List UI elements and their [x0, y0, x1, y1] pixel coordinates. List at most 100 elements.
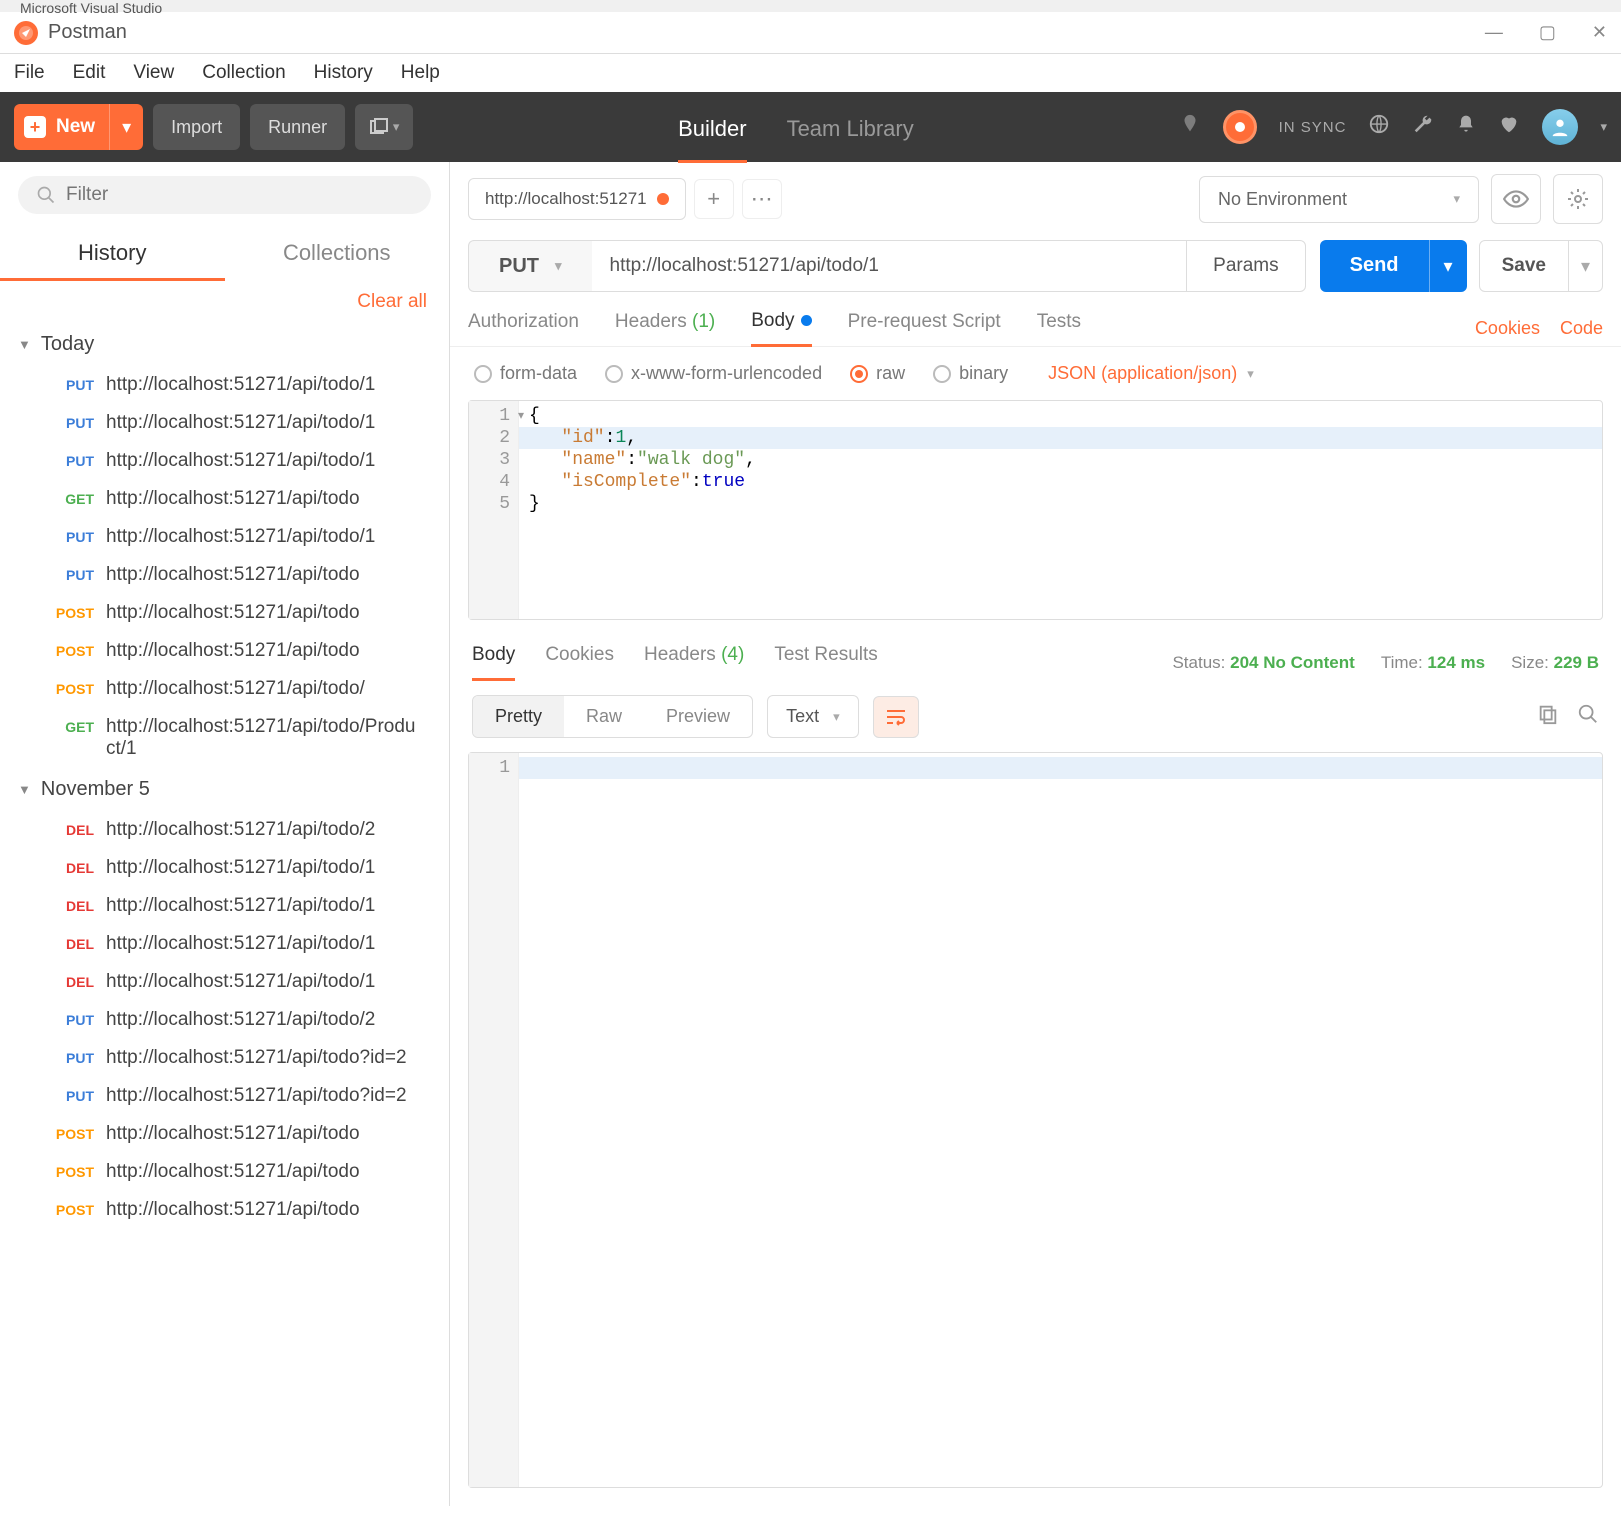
tab-collections[interactable]: Collections — [225, 228, 450, 281]
globe-icon[interactable] — [1368, 113, 1390, 141]
history-item[interactable]: PUThttp://localhost:51271/api/todo/2 — [0, 1001, 449, 1039]
history-url: http://localhost:51271/api/todo/1 — [106, 933, 431, 955]
save-dropdown[interactable]: ▾ — [1568, 241, 1602, 291]
line-gutter: 1 2 3 4 5 — [469, 401, 519, 619]
history-item[interactable]: DELhttp://localhost:51271/api/todo/1 — [0, 925, 449, 963]
history-url: http://localhost:51271/api/todo/1 — [106, 971, 431, 993]
history-list: ▼TodayPUThttp://localhost:51271/api/todo… — [0, 323, 449, 1506]
menu-history[interactable]: History — [314, 62, 373, 84]
params-button[interactable]: Params — [1186, 240, 1305, 292]
close-button[interactable]: ✕ — [1592, 22, 1607, 43]
send-dropdown[interactable]: ▾ — [1429, 240, 1467, 292]
resp-tab-headers[interactable]: Headers (4) — [644, 644, 744, 681]
view-pretty[interactable]: Pretty — [473, 696, 564, 737]
history-item[interactable]: PUThttp://localhost:51271/api/todo/1 — [0, 366, 449, 404]
history-item[interactable]: DELhttp://localhost:51271/api/todo/1 — [0, 887, 449, 925]
radio-xwww[interactable]: x-www-form-urlencoded — [605, 363, 822, 384]
view-raw[interactable]: Raw — [564, 696, 644, 737]
history-item[interactable]: POSThttp://localhost:51271/api/todo — [0, 594, 449, 632]
content-type-select[interactable]: JSON (application/json) ▾ — [1048, 363, 1254, 384]
minimize-button[interactable]: — — [1485, 22, 1503, 43]
history-item[interactable]: PUThttp://localhost:51271/api/todo/1 — [0, 442, 449, 480]
subtab-headers[interactable]: Headers (1) — [615, 311, 715, 345]
environment-settings-button[interactable] — [1553, 174, 1603, 224]
wrap-lines-button[interactable] — [873, 696, 919, 738]
builder-tab[interactable]: Builder — [678, 116, 746, 163]
request-tab[interactable]: http://localhost:51271 — [468, 178, 686, 220]
history-method: POST — [50, 1199, 106, 1218]
history-url: http://localhost:51271/api/todo — [106, 564, 431, 586]
response-body-editor[interactable]: 1 — [468, 752, 1603, 1488]
cookies-link[interactable]: Cookies — [1475, 318, 1540, 339]
tab-options-button[interactable]: ⋯ — [742, 179, 782, 219]
search-icon — [36, 185, 56, 205]
heart-icon[interactable] — [1498, 113, 1520, 141]
filter-input[interactable] — [66, 184, 413, 206]
subtab-prescript[interactable]: Pre-request Script — [848, 311, 1001, 345]
history-item[interactable]: POSThttp://localhost:51271/api/todo — [0, 1115, 449, 1153]
history-item[interactable]: POSThttp://localhost:51271/api/todo — [0, 1153, 449, 1191]
radio-binary[interactable]: binary — [933, 363, 1008, 384]
history-group-header[interactable]: ▼November 5 — [0, 768, 449, 811]
save-button[interactable]: Save ▾ — [1479, 240, 1603, 292]
clear-all-link[interactable]: Clear all — [0, 281, 449, 323]
filter-input-wrap[interactable] — [18, 176, 431, 214]
tab-history[interactable]: History — [0, 228, 225, 281]
runner-button[interactable]: Runner — [250, 104, 345, 150]
environment-select[interactable]: No Environment ▾ — [1199, 176, 1479, 223]
history-item[interactable]: PUThttp://localhost:51271/api/todo?id=2 — [0, 1077, 449, 1115]
history-item[interactable]: POSThttp://localhost:51271/api/todo/ — [0, 670, 449, 708]
history-item[interactable]: DELhttp://localhost:51271/api/todo/1 — [0, 963, 449, 1001]
bell-icon[interactable] — [1456, 113, 1476, 141]
menu-view[interactable]: View — [133, 62, 174, 84]
new-window-button[interactable]: ▾ — [355, 104, 413, 150]
menu-file[interactable]: File — [14, 62, 45, 84]
resp-tab-body[interactable]: Body — [472, 644, 515, 681]
method-select[interactable]: PUT ▾ — [468, 240, 592, 292]
menubar: File Edit View Collection History Help — [0, 54, 1621, 92]
capture-icon[interactable] — [1179, 113, 1201, 141]
new-dropdown[interactable]: ▾ — [109, 104, 143, 150]
history-item[interactable]: GEThttp://localhost:51271/api/todo/Produ… — [0, 708, 449, 768]
menu-help[interactable]: Help — [401, 62, 440, 84]
radio-raw[interactable]: raw — [850, 363, 905, 384]
history-item[interactable]: PUThttp://localhost:51271/api/todo/1 — [0, 518, 449, 556]
maximize-button[interactable]: ▢ — [1539, 22, 1556, 43]
subtab-body[interactable]: Body — [751, 310, 811, 347]
radio-formdata[interactable]: form-data — [474, 363, 577, 384]
history-item[interactable]: POSThttp://localhost:51271/api/todo — [0, 1191, 449, 1229]
history-item[interactable]: PUThttp://localhost:51271/api/todo — [0, 556, 449, 594]
team-library-tab[interactable]: Team Library — [787, 116, 914, 163]
send-button[interactable]: Send ▾ — [1320, 240, 1467, 292]
history-item[interactable]: POSThttp://localhost:51271/api/todo — [0, 632, 449, 670]
history-item[interactable]: PUThttp://localhost:51271/api/todo?id=2 — [0, 1039, 449, 1077]
code-content[interactable]: { "id":1, "name":"walk dog", "isComplete… — [519, 401, 1602, 619]
history-url: http://localhost:51271/api/todo?id=2 — [106, 1047, 431, 1069]
import-button[interactable]: Import — [153, 104, 240, 150]
history-item[interactable]: GEThttp://localhost:51271/api/todo — [0, 480, 449, 518]
wrench-icon[interactable] — [1412, 113, 1434, 141]
resp-tab-cookies[interactable]: Cookies — [545, 644, 614, 681]
request-body-editor[interactable]: 1 2 3 4 5 { "id":1, "name":"walk dog", "… — [468, 400, 1603, 620]
url-input[interactable]: http://localhost:51271/api/todo/1 — [592, 240, 1187, 292]
menu-collection[interactable]: Collection — [202, 62, 285, 84]
history-group-header[interactable]: ▼Today — [0, 323, 449, 366]
resp-tab-testresults[interactable]: Test Results — [774, 644, 877, 681]
new-button[interactable]: + New ▾ — [14, 104, 143, 150]
sync-icon[interactable] — [1223, 110, 1257, 144]
history-item[interactable]: PUThttp://localhost:51271/api/todo/1 — [0, 404, 449, 442]
history-item[interactable]: DELhttp://localhost:51271/api/todo/2 — [0, 811, 449, 849]
environment-preview-button[interactable] — [1491, 174, 1541, 224]
user-dropdown[interactable]: ▾ — [1600, 119, 1607, 135]
history-item[interactable]: DELhttp://localhost:51271/api/todo/1 — [0, 849, 449, 887]
add-tab-button[interactable]: + — [694, 179, 734, 219]
subtab-tests[interactable]: Tests — [1037, 311, 1081, 345]
copy-response-button[interactable] — [1537, 703, 1559, 731]
view-preview[interactable]: Preview — [644, 696, 752, 737]
menu-edit[interactable]: Edit — [73, 62, 106, 84]
search-response-button[interactable] — [1577, 703, 1599, 731]
format-select[interactable]: Text▾ — [767, 695, 859, 738]
subtab-authorization[interactable]: Authorization — [468, 311, 579, 345]
code-link[interactable]: Code — [1560, 318, 1603, 339]
user-avatar[interactable] — [1542, 109, 1578, 145]
